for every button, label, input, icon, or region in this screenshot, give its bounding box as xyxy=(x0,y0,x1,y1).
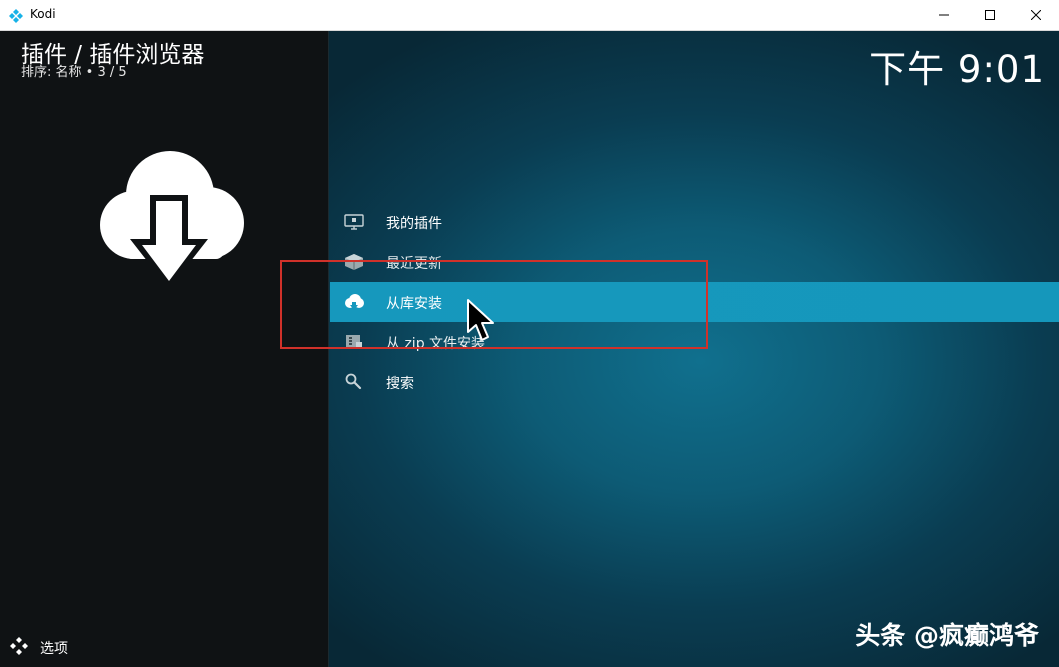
menu-item-label: 我的插件 xyxy=(386,216,442,232)
close-icon xyxy=(1031,10,1041,20)
mouse-cursor-icon xyxy=(466,298,496,344)
watermark-text: 头条 @疯癫鸿爷 xyxy=(855,621,1039,650)
search-icon xyxy=(344,373,364,391)
maximize-icon xyxy=(985,10,995,20)
menu-item-my-addons[interactable]: 我的插件 xyxy=(330,202,1059,242)
clock: 下午 9:01 xyxy=(869,48,1045,91)
kodi-options-icon xyxy=(10,637,28,655)
monitor-addons-icon xyxy=(344,213,364,231)
close-button[interactable] xyxy=(1013,0,1059,30)
sort-info[interactable]: 排序: 名称 • 3 / 5 xyxy=(21,61,127,80)
minimize-icon xyxy=(939,10,949,20)
maximize-button[interactable] xyxy=(967,0,1013,30)
menu-item-search[interactable]: 搜索 xyxy=(330,362,1059,402)
kodi-content: 插件 / 插件浏览器 排序: 名称 • 3 / 5 下午 9:01 我的插件 最… xyxy=(0,31,1059,667)
menu-item-label: 搜索 xyxy=(386,376,414,392)
options-label: 选项 xyxy=(40,641,68,657)
minimize-button[interactable] xyxy=(921,0,967,30)
cloud-download-icon xyxy=(90,149,248,297)
kodi-logo-icon xyxy=(9,8,23,23)
title-bar[interactable]: Kodi xyxy=(0,0,1059,31)
preview-panel xyxy=(0,31,329,667)
window-title: Kodi xyxy=(30,7,56,21)
kodi-window: Kodi 插件 / 插件浏览器 排序: 名称 • 3 / 5 下午 9:01 我… xyxy=(0,0,1059,667)
